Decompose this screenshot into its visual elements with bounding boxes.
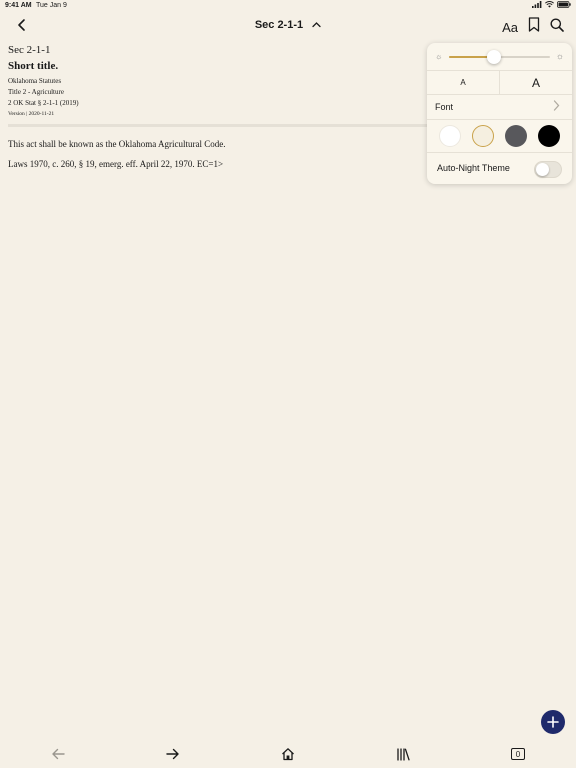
nav-bar: Sec 2-1-1 Aa [0,14,576,38]
back-arrow-button[interactable] [50,746,66,762]
font-row[interactable]: Font [427,95,572,120]
divider [8,124,428,127]
library-button[interactable] [395,746,411,762]
sun-small-icon: ☼ [435,52,443,61]
tabs-count: 0 [511,748,525,760]
status-time: 9:41 AM [5,2,32,9]
wifi-icon [545,1,554,8]
sun-large-icon: ☼ [555,51,564,61]
theme-black-button[interactable] [538,125,561,147]
text-settings-button[interactable]: Aa [502,20,518,35]
increase-font-size-button[interactable]: A [500,71,572,94]
status-icons [532,1,571,8]
bookmark-icon [528,17,540,32]
decrease-font-size-button[interactable]: A [427,71,500,94]
auto-night-toggle[interactable] [534,161,562,178]
theme-sepia-button[interactable] [471,125,494,147]
forward-arrow-icon [166,748,179,760]
battery-icon [557,1,571,8]
home-button[interactable] [280,746,296,762]
bookmark-button[interactable] [528,17,540,37]
bottom-toolbar: 0 [0,738,576,768]
auto-night-label: Auto-Night Theme [437,163,510,173]
text-settings-popover: ☼ ☼ A A Font Auto-Night Theme [427,43,572,184]
theme-gray-button[interactable] [505,125,528,147]
back-arrow-icon [52,748,65,760]
search-icon [550,18,564,32]
theme-row [427,120,572,153]
nav-title: Sec 2-1-1 [254,19,304,31]
status-date: Tue Jan 9 [36,2,67,9]
brightness-knob[interactable] [487,50,502,64]
plus-icon [547,716,559,728]
home-icon [282,748,294,761]
status-bar: 9:41 AM Tue Jan 9 [0,0,576,12]
signal-icon [532,1,542,8]
brightness-slider[interactable] [449,50,550,64]
font-size-row: A A [427,71,572,95]
forward-arrow-button[interactable] [165,746,181,762]
nav-actions: Aa [502,17,564,37]
toggle-knob [536,163,549,176]
brightness-row: ☼ ☼ [427,43,572,71]
auto-night-row: Auto-Night Theme [427,153,572,184]
section-title-button[interactable]: Sec 2-1-1 [0,19,576,31]
search-button[interactable] [550,18,564,37]
tabs-button[interactable]: 0 [510,746,526,762]
theme-white-button[interactable] [438,125,461,147]
chevron-right-icon [553,100,560,114]
chevron-up-icon [312,19,321,31]
font-label: Font [435,102,454,112]
library-icon [397,747,410,761]
add-button[interactable] [541,710,565,734]
